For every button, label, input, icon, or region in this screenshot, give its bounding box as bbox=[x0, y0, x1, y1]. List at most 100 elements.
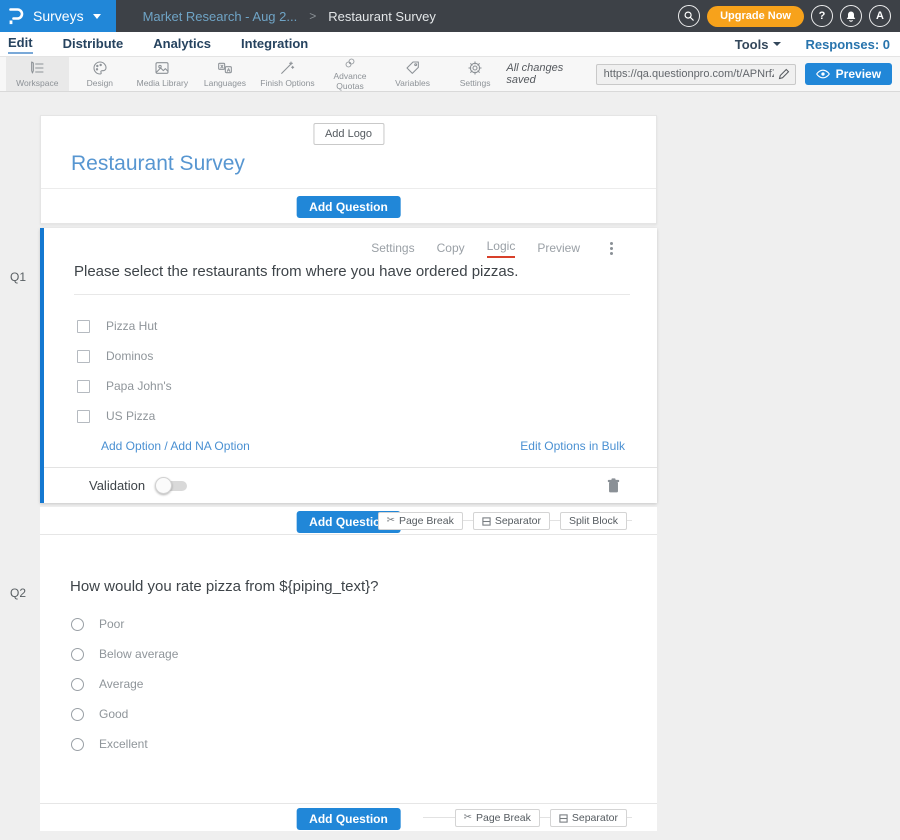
q2-option-row: Poor bbox=[71, 609, 657, 639]
edit-options-in-bulk-link[interactable]: Edit Options in Bulk bbox=[520, 439, 625, 453]
option-label[interactable]: US Pizza bbox=[106, 409, 155, 423]
toolbar-item-label: Design bbox=[87, 78, 113, 88]
separator-icon bbox=[559, 814, 568, 823]
block-actions-mid: ✂ Page Break Separator Split Block bbox=[378, 512, 627, 530]
add-na-option-link[interactable]: Add NA Option bbox=[170, 439, 249, 453]
separator-icon bbox=[482, 517, 491, 526]
toolbar-item-variables[interactable]: Variables bbox=[381, 57, 444, 91]
checkbox-icon[interactable] bbox=[77, 350, 90, 363]
upgrade-now-button[interactable]: Upgrade Now bbox=[707, 6, 804, 27]
q1-option-row: Pizza Hut bbox=[77, 311, 657, 341]
question-card-q1: Settings Copy Logic Preview Please selec… bbox=[40, 228, 657, 503]
q1-option-row: Dominos bbox=[77, 341, 657, 371]
toolbar-item-label: Finish Options bbox=[260, 78, 314, 88]
q1-option-list: Pizza Hut Dominos Papa John's US bbox=[77, 311, 657, 431]
palette-icon bbox=[92, 60, 108, 76]
radio-icon[interactable] bbox=[71, 678, 84, 691]
autosave-status: All changes saved bbox=[506, 62, 586, 86]
checkbox-icon[interactable] bbox=[77, 380, 90, 393]
delete-question-button[interactable] bbox=[607, 478, 620, 493]
option-label[interactable]: Papa John's bbox=[106, 379, 172, 393]
pencil-icon[interactable] bbox=[778, 68, 790, 80]
radio-icon[interactable] bbox=[71, 738, 84, 751]
separator-label: Separator bbox=[572, 812, 618, 824]
survey-title[interactable]: Restaurant Survey bbox=[71, 152, 245, 176]
question-text-q1[interactable]: Please select the restaurants from where… bbox=[74, 262, 630, 295]
split-block-button[interactable]: Split Block bbox=[560, 512, 627, 530]
chevron-down-icon bbox=[93, 14, 101, 19]
radio-icon[interactable] bbox=[71, 618, 84, 631]
toolbar-item-settings[interactable]: Settings bbox=[444, 57, 507, 91]
question-text-q2[interactable]: How would you rate pizza from ${piping_t… bbox=[40, 535, 657, 597]
breadcrumb: Market Research - Aug 2... > Restaurant … bbox=[143, 9, 436, 24]
page-break-button[interactable]: ✂ Page Break bbox=[378, 512, 463, 530]
option-label[interactable]: Average bbox=[99, 677, 143, 691]
toolbar-item-label: Settings bbox=[460, 78, 491, 88]
toolbar-item-finish-options[interactable]: Finish Options bbox=[256, 57, 319, 91]
menu-settings[interactable]: Settings bbox=[371, 241, 414, 255]
preview-label: Preview bbox=[836, 67, 881, 81]
survey-column: Add Logo Restaurant Survey Add Question … bbox=[40, 115, 657, 831]
checkbox-icon[interactable] bbox=[77, 320, 90, 333]
menu-logic[interactable]: Logic bbox=[487, 239, 516, 258]
translate-icon: XA bbox=[217, 60, 233, 76]
responses-count[interactable]: Responses: 0 bbox=[805, 37, 890, 52]
tab-edit[interactable]: Edit bbox=[8, 35, 33, 54]
editor-toolbar: Workspace Design Media Library XA Langua… bbox=[0, 57, 900, 92]
validation-row: Validation bbox=[44, 468, 657, 503]
option-label[interactable]: Good bbox=[99, 707, 128, 721]
separator-button[interactable]: Separator bbox=[473, 512, 550, 530]
add-logo-button[interactable]: Add Logo bbox=[313, 123, 384, 145]
toolbar-item-design[interactable]: Design bbox=[69, 57, 132, 91]
add-question-button[interactable]: Add Question bbox=[296, 808, 401, 830]
page-break-label: Page Break bbox=[476, 812, 531, 824]
add-option-link[interactable]: Add Option bbox=[101, 439, 161, 453]
option-label[interactable]: Excellent bbox=[99, 737, 148, 751]
brand-surveys-menu[interactable]: Surveys bbox=[0, 0, 116, 32]
topbar-actions: Upgrade Now ? A bbox=[678, 5, 900, 27]
menu-copy[interactable]: Copy bbox=[437, 241, 465, 255]
option-label[interactable]: Below average bbox=[99, 647, 178, 661]
magic-wand-icon bbox=[279, 60, 295, 76]
validation-toggle[interactable] bbox=[155, 477, 187, 494]
notifications-button[interactable] bbox=[840, 5, 862, 27]
add-question-button[interactable]: Add Question bbox=[296, 196, 401, 218]
radio-icon[interactable] bbox=[71, 708, 84, 721]
page-break-button[interactable]: ✂ Page Break bbox=[455, 809, 540, 827]
breadcrumb-parent[interactable]: Market Research - Aug 2... bbox=[143, 9, 298, 24]
search-button[interactable] bbox=[678, 5, 700, 27]
account-avatar[interactable]: A bbox=[869, 5, 891, 27]
preview-button[interactable]: Preview bbox=[805, 63, 892, 85]
menu-preview[interactable]: Preview bbox=[537, 241, 580, 255]
split-block-label: Split Block bbox=[569, 515, 618, 527]
survey-url-field[interactable]: https://qa.questionpro.com/t/APNrfZgR bbox=[596, 64, 796, 85]
eye-icon bbox=[816, 69, 830, 79]
toolbar-item-workspace[interactable]: Workspace bbox=[6, 57, 69, 91]
checkbox-icon[interactable] bbox=[77, 410, 90, 423]
option-label[interactable]: Poor bbox=[99, 617, 124, 631]
surveys-menu-label: Surveys bbox=[33, 8, 84, 24]
tab-integration[interactable]: Integration bbox=[241, 36, 308, 53]
tools-menu[interactable]: Tools bbox=[735, 37, 782, 52]
slash-separator: / bbox=[164, 439, 167, 453]
toolbar-item-languages[interactable]: XA Languages bbox=[194, 57, 257, 91]
add-question-strip-bottom: Add Question ✂ Page Break Separator bbox=[40, 803, 657, 831]
separator-button[interactable]: Separator bbox=[550, 809, 627, 827]
option-label[interactable]: Dominos bbox=[106, 349, 153, 363]
toolbar-item-label: Workspace bbox=[16, 78, 58, 88]
option-label[interactable]: Pizza Hut bbox=[106, 319, 157, 333]
kebab-menu-icon[interactable] bbox=[610, 242, 613, 255]
q1-option-row: Papa John's bbox=[77, 371, 657, 401]
bell-icon bbox=[845, 10, 857, 23]
survey-url-text[interactable]: https://qa.questionpro.com/t/APNrfZgR bbox=[604, 68, 774, 80]
toolbar-item-media-library[interactable]: Media Library bbox=[131, 57, 194, 91]
q2-option-row: Excellent bbox=[71, 729, 657, 759]
tab-distribute[interactable]: Distribute bbox=[63, 36, 124, 53]
tab-analytics[interactable]: Analytics bbox=[153, 36, 211, 53]
radio-icon[interactable] bbox=[71, 648, 84, 661]
workspace-icon bbox=[29, 60, 45, 76]
question-number-q2: Q2 bbox=[10, 586, 26, 600]
chevron-down-icon bbox=[773, 42, 781, 46]
help-button[interactable]: ? bbox=[811, 5, 833, 27]
toolbar-item-advance-quotas[interactable]: Advance Quotas bbox=[319, 57, 382, 91]
